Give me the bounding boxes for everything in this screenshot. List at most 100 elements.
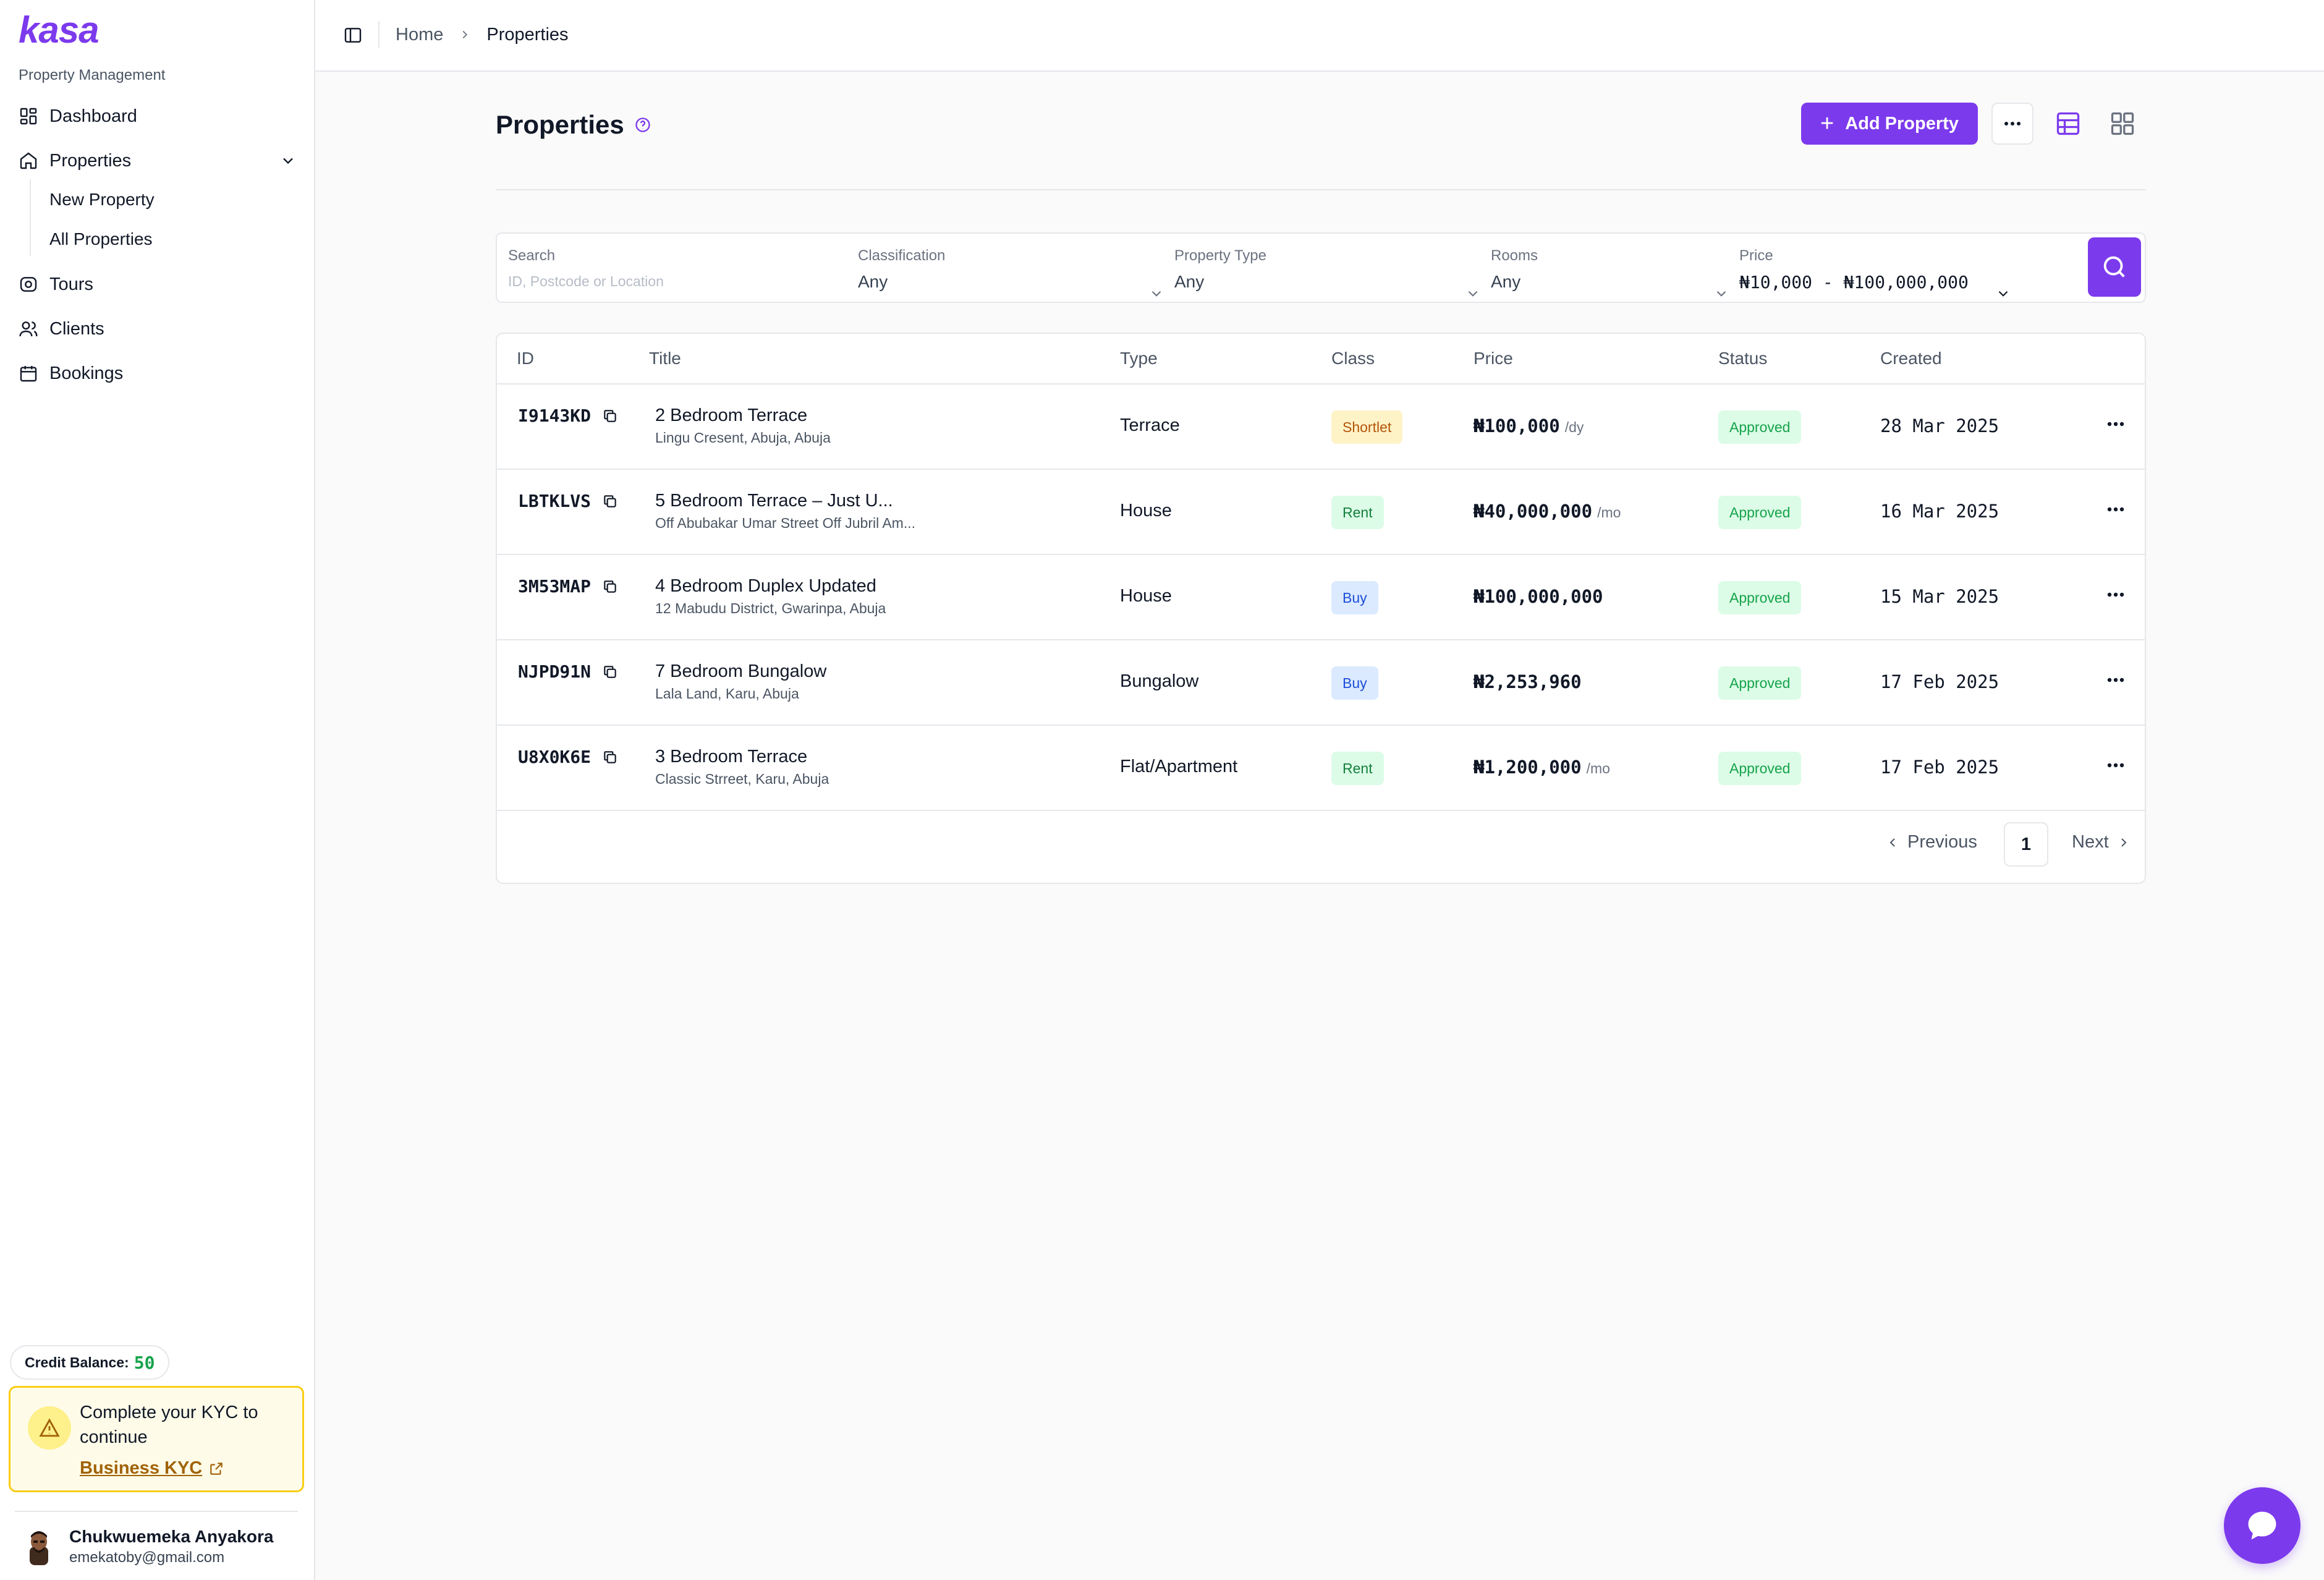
- created-date: 15 Mar 2025: [1880, 586, 2000, 607]
- price-label: Price: [1739, 247, 1773, 264]
- row-actions-button[interactable]: [2100, 668, 2131, 692]
- column-price: Price: [1474, 349, 1513, 368]
- property-price: ₦100,000,000: [1474, 586, 1608, 607]
- row-actions-button[interactable]: [2100, 412, 2131, 436]
- calendar-icon: [20, 366, 37, 382]
- add-property-button[interactable]: + Add Property: [1801, 103, 1978, 145]
- property-address: Lala Land, Karu, Abuja: [655, 686, 799, 702]
- next-label: Next: [2072, 832, 2109, 852]
- sidebar-item-bookings[interactable]: Bookings: [19, 356, 297, 391]
- sidebar-divider: [15, 1511, 298, 1512]
- property-title[interactable]: 3 Bedroom Terrace: [655, 747, 829, 767]
- search-button[interactable]: [2088, 237, 2141, 297]
- property-title[interactable]: 7 Bedroom Bungalow: [655, 661, 826, 682]
- search-filter[interactable]: Search ID, Postcode or Location: [508, 247, 829, 290]
- sidebar-item-label: Bookings: [49, 363, 124, 383]
- rooms-select[interactable]: Rooms Any: [1491, 247, 1726, 297]
- copy-icon[interactable]: [602, 664, 618, 680]
- sidebar-item-properties[interactable]: Properties: [19, 143, 297, 178]
- property-title-cell: 5 Bedroom Terrace – Just U... Off Abubak…: [655, 491, 915, 532]
- price-select[interactable]: Price ₦10,000 - ₦100,000,000: [1739, 247, 2011, 297]
- status-badge: Approved: [1718, 581, 1802, 614]
- class-badge: Rent: [1331, 496, 1384, 529]
- breadcrumb-current: Properties: [486, 24, 569, 45]
- kyc-link-label: Business KYC: [80, 1458, 203, 1478]
- price-amount: ₦40,000,000: [1474, 501, 1593, 522]
- chevron-down-icon: [1998, 291, 2008, 297]
- search-label: Search: [508, 247, 556, 264]
- page-title-text: Properties: [496, 110, 624, 139]
- rooms-label: Rooms: [1491, 247, 1538, 264]
- chevron-down-icon: [1468, 291, 1478, 297]
- table-row[interactable]: I9143KD 2 Bedroom Terrace Lingu Cresent,…: [497, 384, 2145, 470]
- sidebar-item-label: Properties: [49, 150, 132, 171]
- property-id-text: 3M53MAP: [518, 576, 592, 597]
- filter-bar: Search ID, Postcode or Location Classifi…: [496, 232, 2146, 303]
- table-row[interactable]: U8X0K6E 3 Bedroom Terrace Classic Strree…: [497, 726, 2145, 811]
- class-badge: Buy: [1331, 666, 1378, 700]
- grid-view-button[interactable]: [2105, 106, 2140, 141]
- previous-page-button[interactable]: Previous: [1885, 832, 1977, 852]
- logo[interactable]: kasa: [19, 9, 99, 51]
- price-unit: /mo: [1597, 504, 1621, 520]
- property-title-cell: 4 Bedroom Duplex Updated 12 Mabudu Distr…: [655, 576, 886, 617]
- sidebar-item-clients[interactable]: Clients: [19, 312, 297, 346]
- price-amount: ₦100,000: [1474, 415, 1560, 436]
- table-row[interactable]: 3M53MAP 4 Bedroom Duplex Updated 12 Mabu…: [497, 555, 2145, 640]
- chevron-down-icon[interactable]: [279, 152, 297, 169]
- page-number-button[interactable]: 1: [2004, 822, 2048, 867]
- property-id-text: I9143KD: [518, 406, 592, 426]
- property-title[interactable]: 4 Bedroom Duplex Updated: [655, 576, 886, 597]
- property-type-select[interactable]: Property Type Any: [1174, 247, 1478, 297]
- property-title-cell: 3 Bedroom Terrace Classic Strreet, Karu,…: [655, 747, 829, 788]
- copy-icon[interactable]: [602, 749, 618, 765]
- sidebar-item-tours[interactable]: Tours: [19, 267, 297, 302]
- table-header: ID Title Type Class Price Status Created: [497, 334, 2145, 384]
- status-badge: Approved: [1718, 666, 1802, 700]
- help-icon[interactable]: [634, 116, 651, 134]
- sidebar-subitem-new-property[interactable]: New Property: [49, 184, 155, 215]
- property-type: House: [1120, 501, 1172, 520]
- property-type: Terrace: [1120, 415, 1180, 435]
- row-actions-button[interactable]: [2100, 497, 2131, 522]
- table-row[interactable]: LBTKLVS 5 Bedroom Terrace – Just U... Of…: [497, 470, 2145, 555]
- chevron-right-icon: [462, 30, 468, 39]
- next-page-button[interactable]: Next: [2072, 832, 2131, 852]
- column-status: Status: [1718, 349, 1768, 368]
- search-input[interactable]: ID, Postcode or Location: [508, 273, 829, 290]
- chat-bubble-icon: [2248, 1511, 2276, 1540]
- created-date: 17 Feb 2025: [1880, 757, 2000, 778]
- table-view-icon: [2056, 112, 2080, 135]
- breadcrumb-home[interactable]: Home: [396, 25, 443, 45]
- chat-button[interactable]: [2224, 1487, 2301, 1564]
- class-badge: Buy: [1331, 581, 1378, 614]
- user-profile[interactable]: Chukwuemeka Anyakora emekatoby@gmail.com: [25, 1527, 273, 1566]
- property-id: LBTKLVS: [518, 491, 618, 511]
- table-row[interactable]: NJPD91N 7 Bedroom Bungalow Lala Land, Ka…: [497, 640, 2145, 726]
- row-actions-button[interactable]: [2100, 582, 2131, 607]
- sidebar-item-dashboard[interactable]: Dashboard: [19, 99, 297, 134]
- classification-select[interactable]: Classification Any: [858, 247, 1161, 297]
- copy-icon[interactable]: [602, 579, 618, 595]
- property-type: Flat/Apartment: [1120, 757, 1238, 776]
- toggle-sidebar-button[interactable]: [337, 20, 368, 51]
- price-amount: ₦1,200,000: [1474, 757, 1582, 778]
- sidebar-subitem-all-properties[interactable]: All Properties: [49, 224, 153, 255]
- rooms-value: Any: [1491, 272, 1521, 291]
- more-options-button[interactable]: [1991, 103, 2034, 145]
- property-address: Off Abubakar Umar Street Off Jubril Am..…: [655, 515, 915, 531]
- business-kyc-link[interactable]: Business KYC: [80, 1458, 224, 1479]
- table-view-button[interactable]: [2051, 106, 2085, 141]
- grid-view-icon: [2111, 112, 2134, 135]
- copy-icon[interactable]: [602, 493, 618, 509]
- home-icon: [20, 152, 37, 169]
- property-type: Bungalow: [1120, 671, 1199, 691]
- property-title[interactable]: 2 Bedroom Terrace: [655, 406, 831, 426]
- created-date: 17 Feb 2025: [1880, 671, 2000, 692]
- property-title[interactable]: 5 Bedroom Terrace – Just U...: [655, 491, 915, 511]
- sidebar: kasa Property Management Dashboard Prope…: [0, 0, 315, 1580]
- copy-icon[interactable]: [602, 408, 618, 424]
- add-property-label: Add Property: [1845, 113, 1959, 134]
- properties-table: ID Title Type Class Price Status Created…: [496, 333, 2146, 884]
- row-actions-button[interactable]: [2100, 753, 2131, 778]
